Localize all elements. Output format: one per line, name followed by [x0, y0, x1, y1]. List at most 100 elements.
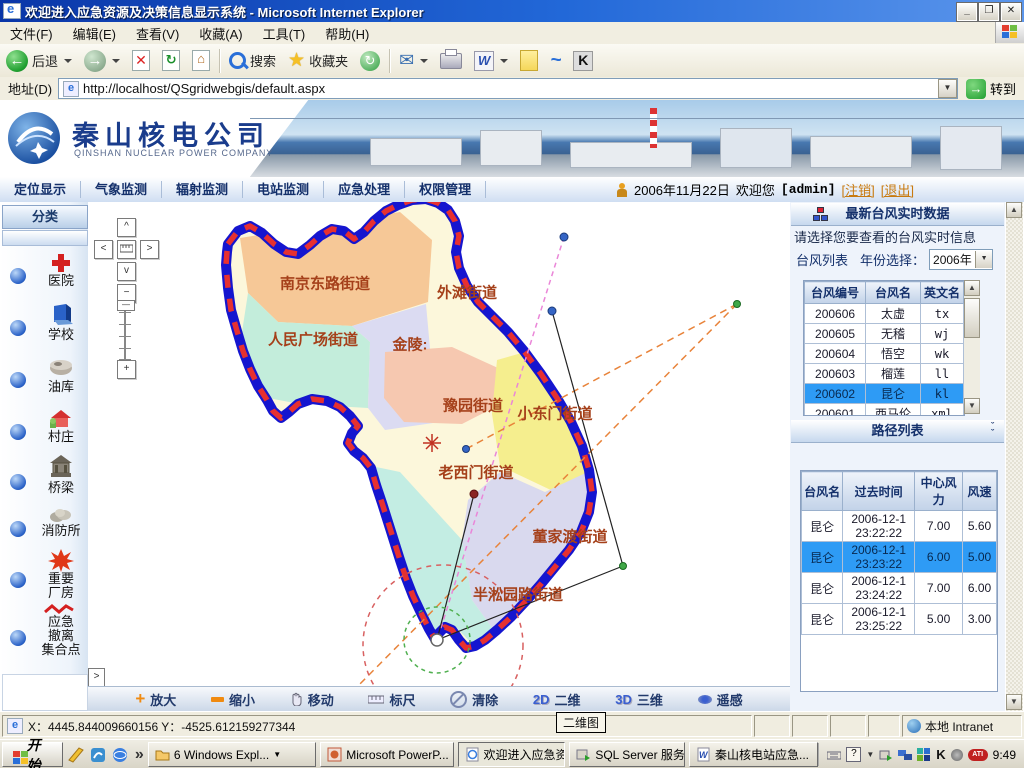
page-scrollbar[interactable]: ▲ ▼ [1006, 202, 1023, 711]
pan-up-button[interactable]: ^ [117, 218, 136, 237]
tab-weather-monitor[interactable]: 气象监测 [81, 181, 162, 198]
path-point-maroon[interactable] [470, 490, 478, 498]
logout-link[interactable]: [注销] [842, 180, 875, 199]
path-point-green[interactable] [734, 301, 741, 308]
k-tool-button[interactable]: K [567, 51, 599, 71]
layer-orb-icon[interactable] [10, 424, 26, 440]
table-row[interactable]: 昆仑2006-12-1 23:25:225.003.00 [802, 604, 997, 635]
layer-orb-icon[interactable] [10, 320, 26, 336]
taskbar-button-ie-active[interactable]: 欢迎进入应急资... [458, 742, 566, 767]
typhoon-table-scrollbar[interactable]: ▲ ▼ [964, 280, 980, 414]
pan-tool[interactable]: 移动 [290, 690, 334, 709]
map-canvas[interactable]: 南京东路街道 外滩街道 人民广场街道 金陵: 豫园街道 小东门街道 老西门街道 … [88, 202, 791, 711]
address-input[interactable]: e http://localhost/QSgridwebgis/default.… [58, 78, 958, 99]
remote-sensing-tool[interactable]: 遥感 [698, 690, 743, 709]
scroll-down-icon[interactable]: ▼ [1006, 694, 1022, 710]
history-button[interactable]: ↻ [354, 51, 386, 71]
sidebar-item-evacuation-point[interactable]: 应急撤离集合点 [0, 602, 88, 672]
table-row[interactable]: 200605无稽wj [805, 324, 964, 344]
table-row[interactable]: 200601西马伦xml [805, 404, 964, 417]
tab-plant-monitor[interactable]: 电站监测 [243, 181, 324, 198]
edit-word-button[interactable]: W [468, 51, 514, 71]
layer-orb-icon[interactable] [10, 572, 26, 588]
taskbar-button-sql-server[interactable]: SQL Server 服务... [569, 742, 685, 767]
grid-tray-icon[interactable] [917, 748, 931, 762]
quicklaunch-editor-icon[interactable] [67, 746, 85, 764]
note-button[interactable] [514, 50, 544, 71]
messenger-button[interactable]: ~ [544, 50, 567, 72]
table-row-selected[interactable]: 200602昆仑kl [805, 384, 964, 404]
tab-radiation-monitor[interactable]: 辐射监测 [162, 181, 243, 198]
back-button[interactable]: ← 后退 [0, 50, 78, 72]
taskbar-button-word-doc[interactable]: W 秦山核电站应急... [689, 742, 818, 767]
mail-dropdown-icon[interactable] [420, 59, 428, 63]
scroll-up-icon[interactable]: ▲ [964, 280, 980, 296]
back-dropdown-icon[interactable] [64, 59, 72, 63]
sql-tray-icon[interactable] [879, 748, 893, 762]
path-point-blue[interactable] [548, 307, 556, 315]
pan-center-button[interactable] [117, 240, 136, 259]
refresh-button[interactable]: ↻ [156, 50, 186, 71]
table-row[interactable]: 昆仑2006-12-1 23:24:227.006.00 [802, 573, 997, 604]
tab-permission-mgmt[interactable]: 权限管理 [405, 181, 486, 198]
table-row[interactable]: 200604悟空wk [805, 344, 964, 364]
tab-location-display[interactable]: 定位显示 [0, 181, 81, 198]
minimize-button[interactable]: _ [957, 3, 977, 21]
start-button[interactable]: 开始 [2, 742, 63, 767]
forward-button[interactable]: → [78, 50, 126, 72]
path-list-header[interactable]: 路径列表 ˇˇ [791, 420, 1004, 443]
scroll-down-icon[interactable]: ▼ [964, 398, 980, 414]
layer-orb-icon[interactable] [10, 372, 26, 388]
print-button[interactable] [434, 53, 468, 69]
help-tray-icon[interactable]: ? [846, 747, 861, 762]
collapse-chevrons-icon[interactable]: ˇˇ [991, 423, 994, 437]
view-2d-tool[interactable]: 2D二维 [533, 690, 581, 709]
sidebar-collapse-button[interactable]: > [88, 668, 105, 687]
favorites-button[interactable]: ★收藏夹 [282, 49, 354, 72]
exit-link[interactable]: [退出] [881, 180, 914, 199]
close-button[interactable]: ✕ [1001, 3, 1021, 21]
table-row[interactable]: 昆仑2006-12-1 23:22:227.005.60 [802, 511, 997, 542]
ati-tray-icon[interactable]: ATI [968, 749, 988, 761]
layer-orb-icon[interactable] [10, 521, 26, 537]
network-tray-icon[interactable] [898, 748, 912, 762]
mail-button[interactable]: ✉ [393, 50, 434, 71]
sidebar-item-oil-depot[interactable]: 油库 [0, 354, 88, 400]
sidebar-item-important-plant[interactable]: 重要厂房 [0, 548, 88, 608]
ruler-tool[interactable]: 标尺 [368, 690, 415, 709]
go-button[interactable]: →转到 [962, 79, 1024, 99]
kaspersky-tray-icon[interactable]: K [936, 747, 945, 762]
search-button[interactable]: 搜索 [223, 51, 282, 70]
quicklaunch-overflow-chevron[interactable]: » [135, 746, 144, 764]
sidebar-item-village[interactable]: 村庄 [0, 406, 88, 452]
pan-down-button[interactable]: v [117, 262, 136, 281]
table-row-selected[interactable]: 昆仑2006-12-1 23:23:226.005.00 [802, 542, 997, 573]
quicklaunch-ie-icon[interactable] [111, 746, 129, 764]
path-point-blue[interactable] [463, 446, 470, 453]
taskbar-button-powerpoint[interactable]: Microsoft PowerP... [320, 742, 453, 767]
year-dropdown-icon[interactable]: ▼ [975, 251, 992, 268]
zoom-out-tool[interactable]: 缩小 [211, 690, 255, 709]
forward-dropdown-icon[interactable] [112, 59, 120, 63]
layer-orb-icon[interactable] [10, 474, 26, 490]
menu-help[interactable]: 帮助(H) [315, 24, 379, 43]
sidebar-item-school[interactable]: 学校 [0, 302, 88, 348]
year-select[interactable]: 2006年 ▼ [929, 249, 993, 270]
scroll-up-icon[interactable]: ▲ [1006, 202, 1022, 218]
restore-button[interactable]: ❐ [979, 3, 999, 21]
menu-edit[interactable]: 编辑(E) [63, 24, 126, 43]
hidden-icons-chevron[interactable]: ▼ [866, 750, 874, 759]
sidebar-item-bridge[interactable]: 桥梁 [0, 454, 88, 504]
zoom-plus-button[interactable]: + [117, 360, 136, 379]
tab-emergency-handling[interactable]: 应急处理 [324, 181, 405, 198]
menu-favorites[interactable]: 收藏(A) [189, 24, 252, 43]
zoom-in-tool[interactable]: +放大 [135, 689, 176, 709]
path-point-green[interactable] [620, 563, 627, 570]
clear-tool[interactable]: 清除 [450, 690, 498, 709]
taskbar-button-explorer-group[interactable]: 6 Windows Expl...▼ [148, 742, 316, 767]
table-row[interactable]: 200606太虚tx [805, 304, 964, 324]
menu-view[interactable]: 查看(V) [126, 24, 189, 43]
zoom-slider-handle[interactable]: — [117, 300, 135, 311]
sidebar-item-hospital[interactable]: 医院 [0, 250, 88, 296]
edit-dropdown-icon[interactable] [500, 59, 508, 63]
